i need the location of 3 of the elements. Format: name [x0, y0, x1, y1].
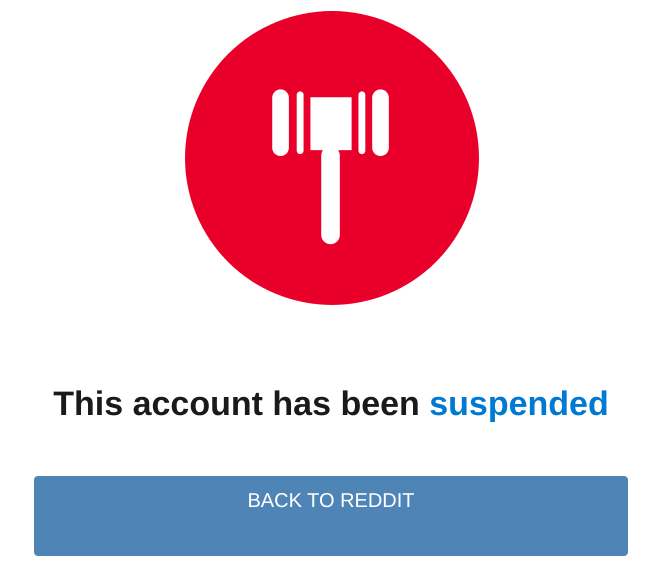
back-to-reddit-button[interactable]: BACK TO REDDIT — [34, 476, 628, 556]
suspension-message: This account has been suspended — [53, 385, 609, 424]
gavel-icon — [184, 11, 478, 305]
